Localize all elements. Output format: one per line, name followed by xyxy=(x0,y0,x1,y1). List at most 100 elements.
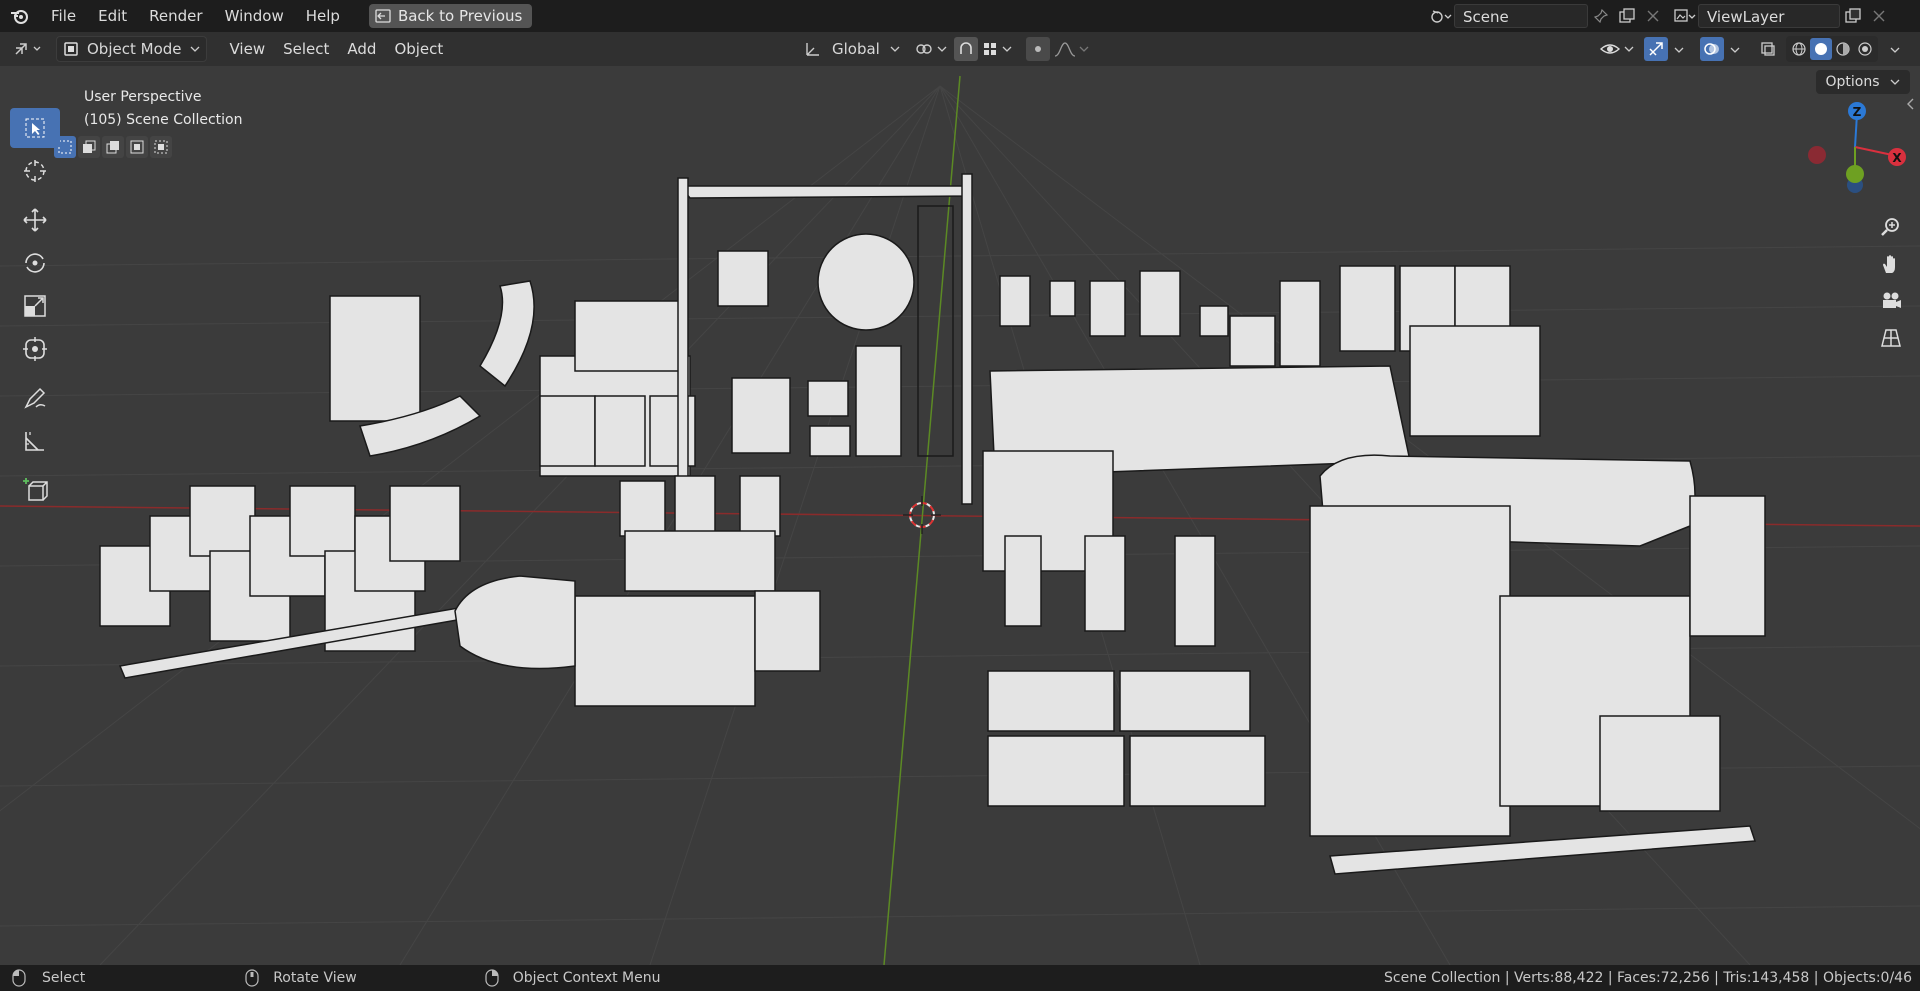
wireframe-shading-icon[interactable] xyxy=(1788,38,1810,60)
scale-tool[interactable] xyxy=(10,286,60,326)
viewport-header: Object Mode View Select Add Object Globa… xyxy=(0,32,1920,66)
collection-label: (105) Scene Collection xyxy=(84,112,243,128)
delete-scene-icon[interactable] xyxy=(1640,4,1666,28)
status-context: Object Context Menu xyxy=(485,969,661,987)
object-mode-label: Object Mode xyxy=(87,40,182,58)
new-view-layer-icon[interactable] xyxy=(1840,4,1866,28)
falloff-dropdown[interactable] xyxy=(1054,41,1089,57)
mouse-left-icon xyxy=(12,969,26,987)
view-layer-name-field[interactable]: ViewLayer xyxy=(1698,4,1840,28)
object-mode-icon xyxy=(64,42,78,56)
scene-browse-icon[interactable] xyxy=(1428,4,1454,28)
y-axis-icon[interactable] xyxy=(1846,165,1864,183)
chevron-down-icon xyxy=(1002,46,1012,52)
z-axis-label: Z xyxy=(1853,105,1862,119)
falloff-curve-icon xyxy=(1054,42,1076,57)
new-scene-icon[interactable] xyxy=(1614,4,1640,28)
select-invert-icon[interactable] xyxy=(126,136,148,158)
chevron-down-icon xyxy=(1890,47,1900,53)
status-bar: Select Rotate View Object Context Menu S… xyxy=(0,965,1920,991)
menu-add[interactable]: Add xyxy=(338,40,385,58)
snap-target-dropdown[interactable] xyxy=(982,41,1012,57)
menu-help[interactable]: Help xyxy=(295,0,351,32)
menu-window[interactable]: Window xyxy=(214,0,295,32)
top-menu-bar: File Edit Render Window Help Back to Pre… xyxy=(0,0,1920,32)
gizmo-toggle-icon[interactable] xyxy=(1644,37,1668,61)
scene-stats: Scene Collection | Verts:88,422 | Faces:… xyxy=(1384,970,1912,986)
status-rotate-label: Rotate View xyxy=(273,970,357,986)
pencil-icon xyxy=(24,387,46,409)
viewport-scene xyxy=(0,66,1920,965)
scene-name-field[interactable]: Scene xyxy=(1454,4,1588,28)
overlays-dropdown[interactable] xyxy=(1730,40,1740,58)
menu-object[interactable]: Object xyxy=(385,40,452,58)
object-mode-dropdown[interactable]: Object Mode xyxy=(56,36,207,62)
camera-view-icon[interactable] xyxy=(1876,286,1906,316)
menu-file[interactable]: File xyxy=(40,0,87,32)
chevron-down-icon xyxy=(1674,47,1684,53)
3d-viewport[interactable]: User Perspective (105) Scene Collection … xyxy=(0,66,1920,965)
status-context-label: Object Context Menu xyxy=(512,970,661,986)
editor-type-dropdown[interactable] xyxy=(8,36,50,62)
transform-orientation-dropdown[interactable]: Global xyxy=(804,40,900,58)
perspective-label: User Perspective xyxy=(84,89,202,105)
view-layer-browse-icon[interactable] xyxy=(1672,4,1698,28)
rotate-icon xyxy=(25,253,45,273)
measure-tool[interactable] xyxy=(10,421,60,461)
crosshair-icon xyxy=(24,160,46,182)
annotate-tool[interactable] xyxy=(10,378,60,418)
transform-orientation-label: Global xyxy=(832,40,880,58)
solid-shading-icon[interactable] xyxy=(1810,38,1832,60)
shading-mode-group xyxy=(1786,36,1878,62)
rotate-tool[interactable] xyxy=(10,243,60,283)
selection-mode-group xyxy=(54,136,174,158)
options-dropdown[interactable]: Options xyxy=(1815,70,1910,94)
material-shading-icon[interactable] xyxy=(1832,38,1854,60)
select-intersect-icon[interactable] xyxy=(150,136,172,158)
shading-dropdown[interactable] xyxy=(1890,40,1900,58)
chevron-down-icon xyxy=(1890,79,1900,85)
options-label: Options xyxy=(1825,74,1880,90)
add-cube-icon xyxy=(23,478,48,501)
ruler-icon xyxy=(25,432,44,451)
select-extend-icon[interactable] xyxy=(78,136,100,158)
back-to-previous-button[interactable]: Back to Previous xyxy=(368,4,533,28)
snap-toggle-icon[interactable] xyxy=(954,37,978,61)
menu-view[interactable]: View xyxy=(221,40,275,58)
sidebar-toggle-icon[interactable] xyxy=(1906,96,1916,114)
chevron-down-icon xyxy=(1730,47,1740,53)
menu-render[interactable]: Render xyxy=(138,0,213,32)
neg-x-axis-icon[interactable] xyxy=(1808,146,1826,164)
blender-logo-icon[interactable] xyxy=(0,0,40,32)
chevron-down-icon xyxy=(1624,46,1634,52)
select-subtract-icon[interactable] xyxy=(102,136,124,158)
chevron-down-icon xyxy=(190,46,199,52)
delete-view-layer-icon[interactable] xyxy=(1866,4,1892,28)
pin-icon[interactable] xyxy=(1588,4,1614,28)
status-select: Select xyxy=(12,969,85,987)
xray-toggle-icon[interactable] xyxy=(1756,37,1780,61)
pan-hand-icon[interactable] xyxy=(1876,249,1906,279)
overlays-toggle-icon[interactable] xyxy=(1700,37,1724,61)
move-arrows-icon xyxy=(23,208,47,232)
pivot-point-dropdown[interactable] xyxy=(914,40,947,58)
visibility-dropdown[interactable] xyxy=(1600,41,1634,57)
navigation-gizmo[interactable]: Z X xyxy=(1800,92,1910,202)
rendered-shading-icon[interactable] xyxy=(1854,38,1876,60)
select-box-tool[interactable] xyxy=(10,108,60,148)
transform-tool[interactable] xyxy=(10,329,60,369)
gizmo-dropdown[interactable] xyxy=(1674,40,1684,58)
scale-icon xyxy=(24,295,46,317)
perspective-toggle-icon[interactable] xyxy=(1876,323,1906,353)
eye-icon xyxy=(1600,44,1620,54)
menu-edit[interactable]: Edit xyxy=(87,0,138,32)
grid-snap-icon xyxy=(984,43,996,55)
cursor-tool[interactable] xyxy=(10,151,60,191)
proportional-edit-icon[interactable] xyxy=(1026,37,1050,61)
zoom-icon[interactable] xyxy=(1876,212,1906,242)
menu-select[interactable]: Select xyxy=(274,40,338,58)
move-tool[interactable] xyxy=(10,200,60,240)
add-cube-tool[interactable] xyxy=(10,470,60,510)
mouse-middle-icon xyxy=(245,969,259,987)
view-layer-selector: ViewLayer xyxy=(1672,3,1892,29)
